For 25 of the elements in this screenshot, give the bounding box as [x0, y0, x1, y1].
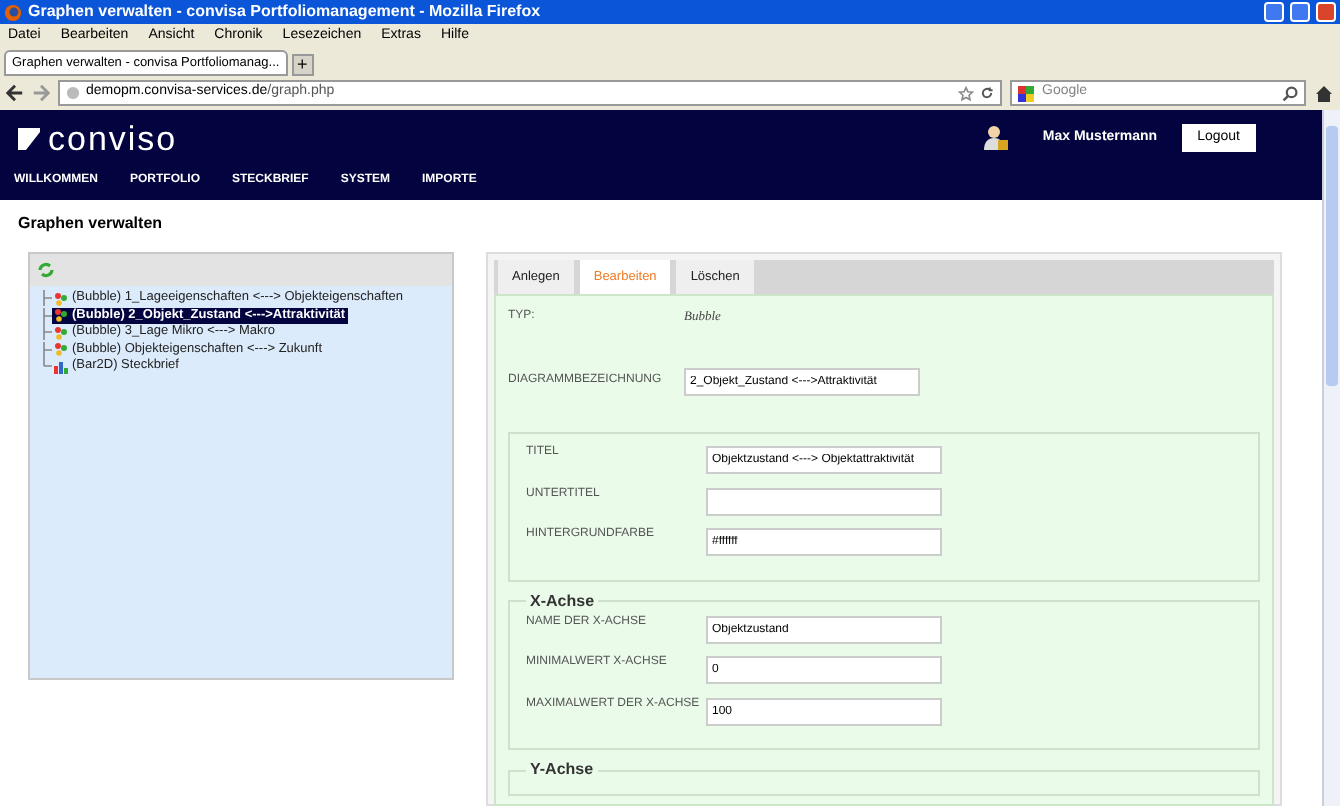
browser-logo-icon: [4, 3, 22, 21]
maximize-button[interactable]: [1290, 2, 1310, 22]
search-icon[interactable]: [1282, 85, 1298, 101]
scrollbar[interactable]: [1322, 110, 1340, 806]
page-title: Graphen verwalten: [16, 212, 165, 236]
star-icon[interactable]: [958, 85, 974, 101]
search-engine-icon: [1018, 85, 1036, 101]
input-field[interactable]: [706, 487, 942, 515]
back-arrow-icon[interactable]: [6, 84, 24, 102]
close-button[interactable]: [1316, 2, 1336, 22]
logo-mark-icon: [18, 127, 40, 149]
window-title: Graphen verwalten - convisa Portfoliomanagement - Mozilla Firefox: [28, 0, 543, 24]
scrollbar-thumb[interactable]: [1326, 126, 1338, 386]
new-tab-button[interactable]: +: [291, 54, 314, 76]
user-lock-icon: [982, 124, 1011, 152]
section-legend: X-Achse: [526, 589, 599, 613]
refresh-icon[interactable]: [36, 260, 56, 280]
minimize-button[interactable]: [1264, 2, 1284, 22]
section-legend: Y-Achse: [526, 758, 598, 782]
globe-icon: [66, 86, 80, 100]
home-icon[interactable]: [1314, 83, 1334, 103]
logo-text: conviso: [48, 121, 178, 155]
reload-icon[interactable]: [980, 86, 994, 100]
bar-chart-icon: [54, 359, 68, 374]
forward-arrow-icon[interactable]: [32, 84, 50, 102]
